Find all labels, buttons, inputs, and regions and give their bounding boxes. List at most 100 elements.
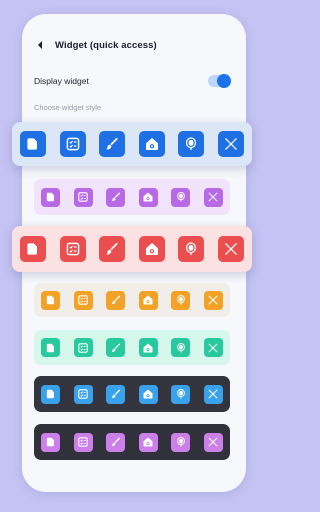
widget-tile-microphone[interactable] [171, 432, 191, 452]
widget-tile-microphone[interactable] [171, 187, 191, 207]
checklist-icon [78, 342, 88, 353]
microphone-icon [177, 437, 185, 447]
chevron-left-icon [38, 41, 42, 49]
widget-tile-microphone[interactable] [178, 236, 205, 262]
display-widget-row: Display widget [34, 73, 231, 89]
widget-tile-camera[interactable] [138, 236, 165, 262]
widget-style-green[interactable] [34, 330, 230, 365]
widget-tile-close[interactable] [203, 338, 223, 357]
checklist-icon [78, 295, 88, 305]
close-icon [225, 243, 237, 255]
widget-tile-camera[interactable] [138, 432, 158, 452]
microphone-icon [186, 242, 197, 255]
widget-style-violet[interactable] [34, 424, 230, 460]
close-icon [225, 138, 237, 150]
widget-tile-camera[interactable] [138, 290, 158, 310]
widget-tile-note[interactable] [41, 338, 60, 357]
widget-tile-brush[interactable] [106, 338, 126, 357]
brush-icon [111, 295, 120, 305]
display-widget-label: Display widget [34, 76, 89, 86]
widget-tile-note[interactable] [41, 187, 60, 207]
widget-tile-camera[interactable] [138, 131, 165, 157]
widget-tile-close[interactable] [203, 432, 223, 452]
close-icon [209, 437, 218, 447]
widget-tile-checklist[interactable] [73, 432, 93, 452]
note-icon [27, 243, 37, 255]
widget-tile-checklist[interactable] [59, 236, 86, 262]
widget-tile-camera[interactable] [138, 187, 158, 207]
widget-tile-close[interactable] [217, 131, 244, 157]
widget-style-orange[interactable] [34, 283, 230, 317]
note-icon [46, 389, 54, 399]
widget-tile-brush[interactable] [106, 187, 126, 207]
camera-icon [143, 389, 153, 399]
choose-style-label: Choose widget style [34, 103, 102, 112]
widget-style-dark[interactable] [34, 376, 230, 412]
brush-icon [111, 389, 120, 399]
microphone-icon [186, 137, 197, 150]
toggle-knob [217, 74, 231, 88]
checklist-icon [66, 137, 79, 151]
checklist-icon [78, 192, 88, 202]
widget-tile-brush[interactable] [106, 384, 126, 404]
widget-tile-checklist[interactable] [73, 187, 93, 207]
camera-icon [143, 437, 153, 447]
close-icon [209, 343, 218, 352]
widget-style-blue[interactable] [12, 122, 252, 166]
display-widget-toggle[interactable] [208, 74, 231, 88]
camera-icon [143, 343, 153, 352]
widget-tile-camera[interactable] [138, 384, 158, 404]
note-icon [46, 192, 54, 202]
widget-tile-close[interactable] [217, 236, 244, 262]
note-icon [46, 295, 54, 305]
checklist-icon [78, 389, 88, 399]
widget-tile-microphone[interactable] [178, 131, 205, 157]
widget-tile-brush[interactable] [106, 432, 126, 452]
camera-icon [145, 243, 158, 255]
microphone-icon [177, 389, 185, 399]
close-icon [209, 389, 218, 399]
widget-tile-note[interactable] [41, 290, 60, 310]
note-icon [27, 138, 37, 150]
brush-icon [106, 242, 118, 255]
widget-style-red[interactable] [12, 226, 252, 272]
brush-icon [106, 137, 118, 150]
widget-tile-note[interactable] [20, 131, 46, 157]
widget-tile-camera[interactable] [138, 338, 158, 357]
widget-tile-note[interactable] [41, 384, 60, 404]
page-title: Widget (quick access) [55, 39, 157, 51]
widget-tile-note[interactable] [41, 432, 60, 452]
widget-tile-brush[interactable] [99, 236, 126, 262]
close-icon [209, 295, 218, 305]
microphone-icon [177, 295, 185, 305]
widget-style-purple[interactable] [34, 179, 230, 215]
widget-tile-checklist[interactable] [73, 384, 93, 404]
note-icon [46, 343, 54, 352]
widget-tile-close[interactable] [203, 187, 223, 207]
widget-tile-microphone[interactable] [171, 384, 191, 404]
widget-tile-close[interactable] [203, 384, 223, 404]
widget-tile-note[interactable] [20, 236, 46, 262]
microphone-icon [177, 342, 185, 352]
widget-tile-checklist[interactable] [73, 290, 93, 310]
widget-tile-brush[interactable] [106, 290, 126, 310]
camera-icon [143, 192, 153, 202]
brush-icon [111, 342, 120, 352]
widget-tile-checklist[interactable] [73, 338, 93, 357]
widget-tile-brush[interactable] [99, 131, 126, 157]
back-button[interactable] [36, 37, 46, 53]
camera-icon [143, 295, 153, 305]
widget-tile-microphone[interactable] [171, 290, 191, 310]
checklist-icon [78, 437, 88, 447]
note-icon [46, 437, 54, 447]
widget-tile-close[interactable] [203, 290, 223, 310]
microphone-icon [177, 192, 185, 202]
checklist-icon [66, 242, 79, 256]
brush-icon [111, 437, 120, 447]
widget-tile-checklist[interactable] [59, 131, 86, 157]
brush-icon [111, 192, 120, 202]
widget-tile-microphone[interactable] [171, 338, 191, 357]
camera-icon [145, 138, 158, 150]
close-icon [209, 192, 218, 202]
header: Widget (quick access) [36, 37, 157, 53]
